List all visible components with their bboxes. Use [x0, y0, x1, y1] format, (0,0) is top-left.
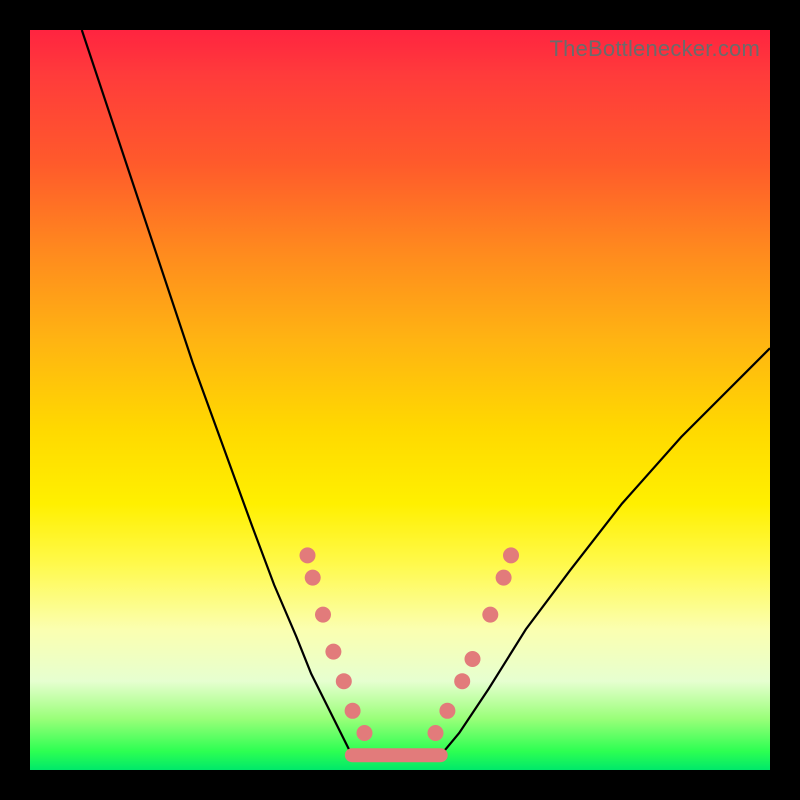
bead — [428, 725, 444, 741]
bead — [454, 673, 470, 689]
bead — [465, 651, 481, 667]
curve-right — [441, 348, 770, 755]
bead — [482, 607, 498, 623]
chart-frame: TheBottlenecker.com — [0, 0, 800, 800]
bead — [496, 570, 512, 586]
bead — [336, 673, 352, 689]
bead — [300, 547, 316, 563]
bead — [357, 725, 373, 741]
bottleneck-curve — [82, 30, 770, 755]
beads-left — [300, 547, 373, 741]
bead — [439, 703, 455, 719]
bead — [503, 547, 519, 563]
chart-overlay — [30, 30, 770, 770]
bead — [315, 607, 331, 623]
bead — [305, 570, 321, 586]
bead — [345, 703, 361, 719]
curve-left — [82, 30, 352, 755]
bead — [325, 644, 341, 660]
chart-plot-area: TheBottlenecker.com — [30, 30, 770, 770]
